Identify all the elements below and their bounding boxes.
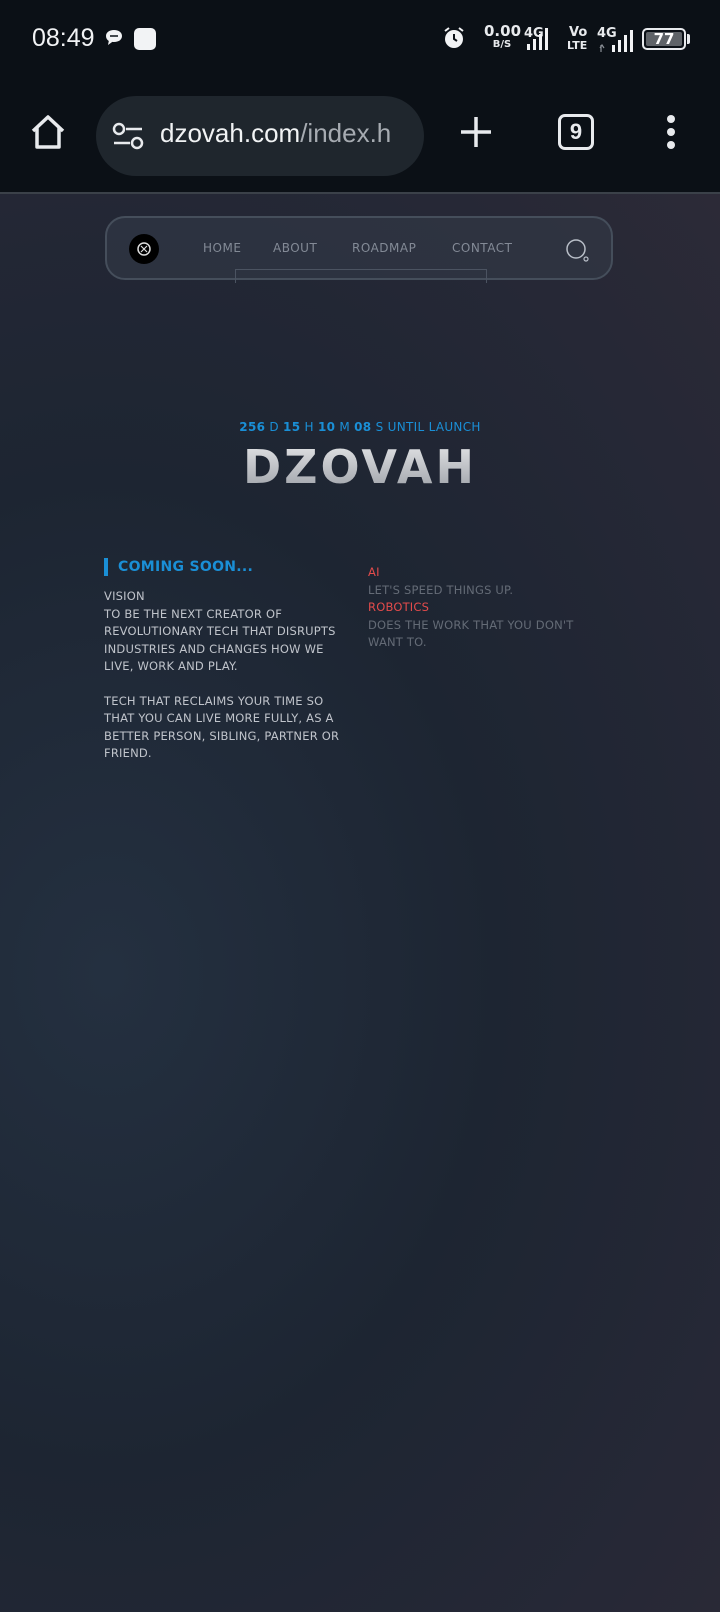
signal-icon (598, 30, 634, 56)
nav-roadmap[interactable]: ROADMAP (352, 241, 416, 255)
network-speed: 0.00 B/S (484, 22, 522, 50)
vision-column: COMING SOON... VISION TO BE THE NEXT CRE… (104, 558, 354, 763)
status-bar: 08:49 0.00 B/S 4G Vo LTE 4G 77 (0, 0, 720, 80)
volte-label-2: LTE (567, 39, 588, 52)
vision-title: VISION (104, 589, 145, 603)
vision-text: TO BE THE NEXT CREATOR OF REVOLUTIONARY … (104, 606, 336, 674)
web-page: HOME ABOUT ROADMAP CONTACT 256 D 15 H 10… (0, 194, 720, 1612)
chat-bubble-icon (104, 28, 124, 52)
ai-text: LET'S SPEED THINGS UP. (368, 582, 514, 597)
robotics-title: ROBOTICS (368, 600, 430, 614)
battery-level: 77 (653, 30, 675, 48)
ai-title: AI (368, 565, 380, 579)
launch-countdown: 256 D 15 H 10 M 08 S UNTIL LAUNCH (239, 420, 481, 434)
volte-label-1: Vo (569, 25, 588, 40)
battery-icon: 77 (642, 28, 686, 50)
brand-title: DZOVAH (0, 440, 720, 494)
tab-switcher-icon[interactable]: 9 (558, 114, 594, 150)
vision-text-2: TECH THAT RECLAIMS YOUR TIME SO THAT YOU… (104, 693, 340, 761)
search-icon[interactable] (565, 238, 591, 268)
battery-nub (687, 34, 690, 44)
nav-about[interactable]: ABOUT (273, 241, 317, 255)
signal-icon (525, 27, 549, 55)
nav-dropdown-edge (235, 269, 487, 283)
vision-block: VISION TO BE THE NEXT CREATOR OF REVOLUT… (104, 588, 354, 763)
site-nav: HOME ABOUT ROADMAP CONTACT (105, 216, 613, 283)
home-icon[interactable] (26, 110, 70, 154)
url-bar[interactable]: dzovah.com/index.h (96, 96, 424, 176)
features-column: AI LET'S SPEED THINGS UP. ROBOTICS DOES … (368, 564, 608, 652)
new-tab-icon[interactable] (456, 112, 496, 152)
site-settings-icon[interactable] (112, 122, 144, 154)
app-square-icon (134, 28, 156, 54)
robotics-text: DOES THE WORK THAT YOU DON'T WANT TO. (368, 617, 574, 650)
url-text[interactable]: dzovah.com/index.h (160, 118, 408, 149)
alarm-icon (442, 26, 466, 55)
nav-home[interactable]: HOME (203, 241, 241, 255)
status-time: 08:49 (32, 24, 95, 52)
nav-contact[interactable]: CONTACT (452, 241, 512, 255)
coming-soon-heading: COMING SOON... (104, 558, 354, 576)
browser-toolbar: dzovah.com/index.h 9 (0, 80, 720, 194)
menu-icon[interactable] (656, 112, 686, 152)
site-logo[interactable] (129, 234, 159, 264)
